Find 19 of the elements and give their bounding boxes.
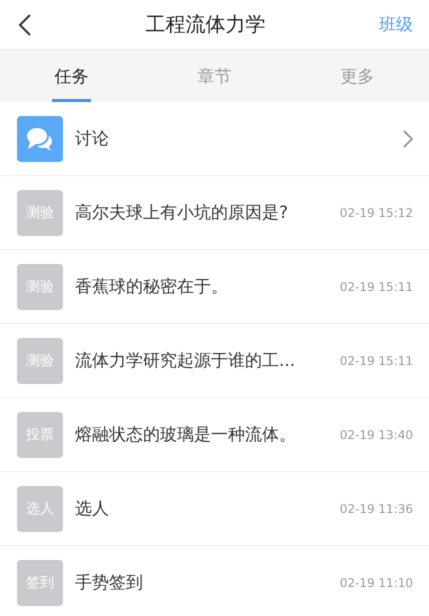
back-icon[interactable] [18,12,32,36]
task-time: 02-19 15:11 [340,354,413,368]
discussion-label: 讨论 [75,128,110,150]
discussion-row[interactable]: 讨论 [0,102,429,176]
task-title: 手势签到 [75,572,144,594]
tab[interactable]: 任务 [52,50,91,102]
task-title: 熔融状态的玻璃是一种流体。 [75,424,297,446]
task-time: 02-19 11:36 [340,502,413,516]
task-title: 香蕉球的秘密在于。 [75,276,229,298]
task-time: 02-19 11:10 [340,576,413,590]
task-time: 02-19 15:11 [340,280,413,294]
task-title: 流体力学研究起源于谁的工... [75,350,296,372]
task-title: 高尔夫球上有小坑的原因是? [75,202,290,224]
page-title: 工程流体力学 [146,11,266,38]
task-time: 02-19 15:12 [340,206,413,220]
task-title: 选人 [75,498,110,520]
chevron-right-icon [403,130,413,148]
chat-bubbles-icon [17,116,63,162]
task-time: 02-19 13:40 [340,428,413,442]
